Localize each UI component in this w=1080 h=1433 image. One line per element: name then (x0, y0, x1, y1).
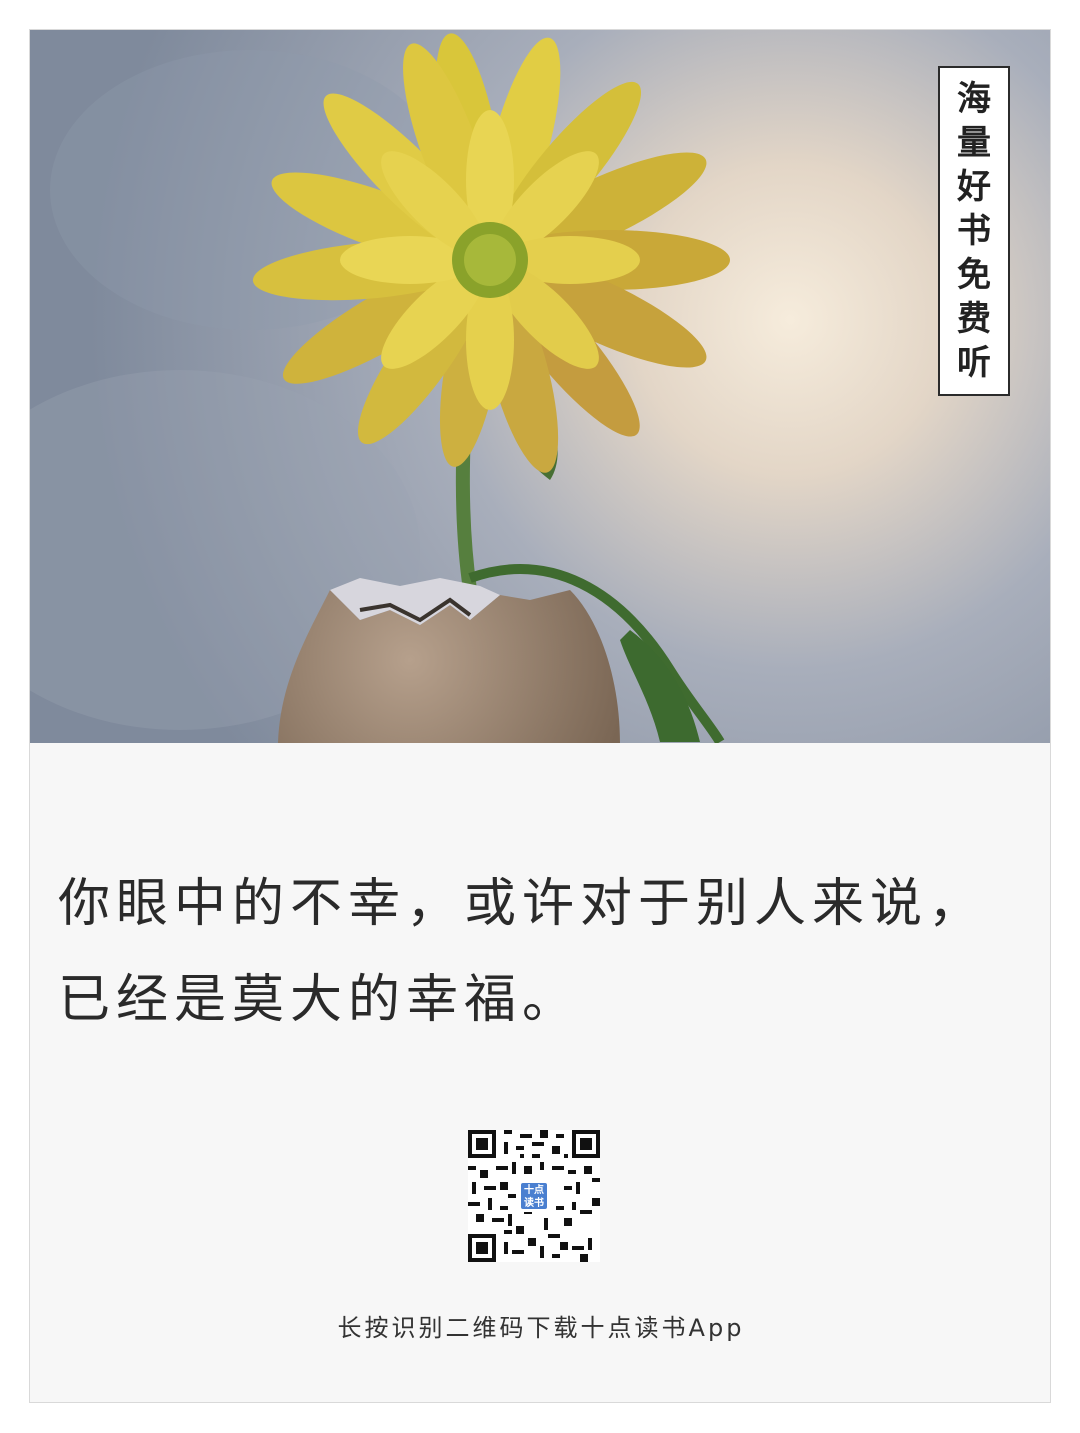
side-tag-char: 量 (957, 123, 991, 163)
app-logo-icon: 十点读书 (518, 1180, 550, 1212)
quote-line: 已经是莫大的幸福。 (58, 970, 581, 1030)
side-tag-char: 听 (957, 343, 991, 383)
quote-text: 你眼中的不幸，或许对于别人来说， 已经是莫大的幸福。 (58, 856, 1038, 1048)
qr-code-icon[interactable]: 十点读书 (468, 1130, 600, 1262)
side-tag-char: 书 (957, 211, 991, 251)
side-tag-char: 好 (957, 167, 991, 207)
quote-line: 你眼中的不幸，或许对于别人来说， (58, 874, 987, 934)
poster-card: 海 量 好 书 免 费 听 你眼中的不幸，或许对于别人来说， 已经是莫大的幸福。 (29, 29, 1051, 1403)
flower-in-eggshell-image (30, 30, 1050, 743)
side-tag-char: 海 (957, 79, 991, 119)
side-tag: 海 量 好 书 免 费 听 (938, 66, 1010, 396)
side-tag-char: 免 (957, 255, 991, 295)
side-tag-char: 费 (957, 299, 991, 339)
download-caption: 长按识别二维码下载十点读书App (337, 1314, 745, 1342)
flower-photo: 海 量 好 书 免 费 听 (30, 30, 1050, 743)
